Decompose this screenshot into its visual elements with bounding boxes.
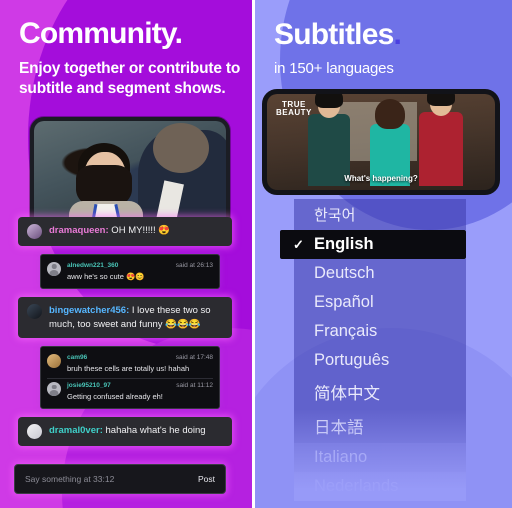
- language-option-english-selected[interactable]: ✓ English: [280, 230, 466, 259]
- chat-username[interactable]: dramaqueen: [49, 225, 106, 236]
- chat-timestamp: said at 11:12: [176, 382, 213, 390]
- chat-inline-row[interactable]: cam96 said at 17:48 bruh these cells are…: [47, 351, 213, 376]
- language-option-francais[interactable]: Français: [294, 317, 466, 346]
- chat-message-text: Getting confused already eh!: [67, 392, 163, 402]
- chat-username[interactable]: alnedwn221_360: [67, 262, 118, 269]
- language-option-italiano[interactable]: Italiano: [294, 443, 466, 472]
- chat-inline-row[interactable]: josie95210_97 said at 11:12 Getting conf…: [47, 379, 213, 404]
- language-menu[interactable]: 한국어 ✓ English Deutsch Español Français P…: [280, 199, 466, 501]
- community-title-dot: .: [174, 17, 183, 50]
- community-subtitle: Enjoy together or contribute to subtitle…: [19, 59, 241, 97]
- chat-bubble-message[interactable]: bingewatcher456: I love these two so muc…: [18, 296, 232, 339]
- chat-composer[interactable]: Say something at 33:12 Post: [14, 464, 226, 494]
- panel-divider: [252, 0, 255, 508]
- avatar-dramal0ver: [27, 424, 42, 440]
- community-title-text: Community: [19, 17, 175, 50]
- video-player[interactable]: TRUE BEAUTY What's happening?: [267, 94, 495, 190]
- community-panel: Community. Enjoy together or contribute …: [0, 0, 252, 508]
- chat-inline-group-lower: cam96 said at 17:48 bruh these cells are…: [40, 346, 220, 410]
- chat-timestamp: said at 26:13: [175, 261, 213, 269]
- page-title-community: Community.: [0, 18, 252, 50]
- video-thumbnail-kdrama[interactable]: [34, 120, 226, 231]
- chat-username[interactable]: josie95210_97: [67, 382, 111, 389]
- chat-inline-row[interactable]: alnedwn221_360 said at 26:13 aww he's so…: [47, 259, 213, 284]
- chat-feed: dramaqueen: OH MY!!!!! 😍 alnedwn221_360 …: [18, 216, 232, 455]
- avatar-dramaqueen: [27, 223, 42, 239]
- chat-username[interactable]: dramal0ver: [49, 425, 100, 436]
- chat-inline-group-upper: alnedwn221_360 said at 26:13 aww he's so…: [40, 253, 220, 289]
- phone-screen-right: TRUE BEAUTY What's happening?: [262, 89, 500, 195]
- chat-bubble-message[interactable]: dramaqueen: OH MY!!!!! 😍: [18, 216, 232, 246]
- subtitles-subtitle: in 150+ languages: [274, 60, 394, 77]
- show-logo: TRUE BEAUTY: [276, 100, 312, 118]
- chat-message-text: bruh these cells are totally us! hahah: [67, 364, 190, 374]
- scene-man-head: [152, 122, 209, 173]
- language-option-label: English: [314, 235, 374, 253]
- avatar-generic: [47, 382, 61, 397]
- language-option-nederlands[interactable]: Nederlands: [294, 472, 466, 501]
- language-option-korean[interactable]: 한국어: [294, 199, 466, 230]
- chat-message-text: OH MY!!!!! 😍: [108, 224, 171, 236]
- language-option-deutsch[interactable]: Deutsch: [294, 259, 466, 288]
- chat-message-text: hahaha what's he doing: [102, 425, 206, 437]
- chat-input-placeholder[interactable]: Say something at 33:12: [25, 474, 114, 484]
- page-title-subtitles: Subtitles.: [252, 0, 512, 52]
- subtitles-title-text: Subtitles: [274, 18, 394, 51]
- chat-username[interactable]: cam96: [67, 354, 87, 361]
- chat-username[interactable]: bingewatcher456: [49, 305, 126, 316]
- check-icon: ✓: [293, 236, 304, 252]
- show-logo-line2: BEAUTY: [276, 108, 312, 118]
- avatar-bingewatcher: [27, 303, 42, 319]
- avatar-generic: [47, 261, 61, 276]
- subtitles-panel: Subtitles. in 150+ languages TRUE BEAUTY…: [252, 0, 512, 508]
- language-option-espanol[interactable]: Español: [294, 288, 466, 317]
- phone-mockup-right: TRUE BEAUTY What's happening?: [262, 89, 502, 197]
- phone-mockup-left: dramaqueen: OH MY!!!!! 😍 alnedwn221_360 …: [18, 116, 232, 447]
- subtitle-caption: What's happening?: [344, 174, 418, 183]
- avatar-cam96: [47, 354, 61, 369]
- chat-bubble-message[interactable]: dramal0ver: hahaha what's he doing: [18, 417, 232, 447]
- screenshot-root: Community. Enjoy together or contribute …: [0, 0, 512, 508]
- language-option-simplified-chinese[interactable]: 简体中文: [294, 375, 466, 409]
- language-option-portugues[interactable]: Português: [294, 346, 466, 375]
- chat-timestamp: said at 17:48: [175, 354, 213, 362]
- language-option-japanese[interactable]: 日本語: [294, 409, 466, 443]
- subtitles-title-dot: .: [393, 18, 402, 51]
- chat-message-text: aww he's so cute 😍😊: [67, 271, 145, 281]
- post-button[interactable]: Post: [198, 474, 215, 484]
